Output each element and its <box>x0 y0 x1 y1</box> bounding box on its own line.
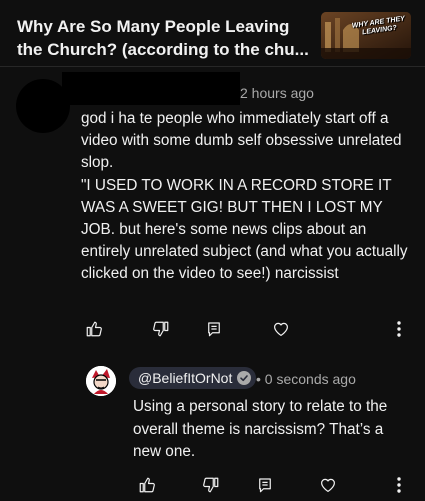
comment-timestamp: 2 hours ago <box>240 85 314 101</box>
video-header[interactable]: Why Are So Many People Leaving the Churc… <box>0 0 425 66</box>
heart-icon <box>321 478 335 492</box>
more-vert-icon <box>397 477 401 493</box>
comment-actions <box>0 318 425 342</box>
like-button[interactable] <box>136 474 158 496</box>
heart-button[interactable] <box>317 474 339 496</box>
meta-separator: • <box>256 371 261 387</box>
reply-author-handle[interactable]: @BeliefItOrNot <box>129 367 257 389</box>
more-vert-button[interactable] <box>395 476 403 496</box>
like-icon <box>86 321 102 337</box>
more-vert-button[interactable] <box>395 320 403 340</box>
reply-avatar-image <box>86 366 116 396</box>
more-vert-icon <box>397 321 401 337</box>
reply-timestamp: 0 seconds ago <box>264 371 356 387</box>
reply-button[interactable] <box>203 318 225 340</box>
reply-button[interactable] <box>254 474 276 496</box>
dislike-icon <box>203 477 219 493</box>
reply-icon <box>208 322 220 337</box>
like-icon <box>139 477 155 493</box>
handle-text: @BeliefItOrNot <box>138 370 233 386</box>
header-divider <box>0 66 425 67</box>
dislike-icon <box>153 321 169 337</box>
like-button[interactable] <box>83 318 105 340</box>
verified-icon <box>237 371 252 385</box>
reply-avatar[interactable] <box>86 366 116 396</box>
reply-meta: • 0 seconds ago <box>256 371 356 387</box>
comment-text: god i ha te people who immediately start… <box>81 110 408 283</box>
heart-icon <box>274 322 288 336</box>
reply-actions <box>0 474 425 498</box>
reply-icon <box>259 478 271 493</box>
video-thumbnail[interactable]: WHY ARE THEY LEAVING? <box>321 12 411 59</box>
dislike-button[interactable] <box>150 318 172 340</box>
video-title[interactable]: Why Are So Many People Leaving the Churc… <box>17 15 317 61</box>
heart-button[interactable] <box>270 318 292 340</box>
reply-text: Using a personal story to relate to the … <box>133 398 392 460</box>
redacted-author-name <box>62 72 240 105</box>
dislike-button[interactable] <box>200 474 222 496</box>
